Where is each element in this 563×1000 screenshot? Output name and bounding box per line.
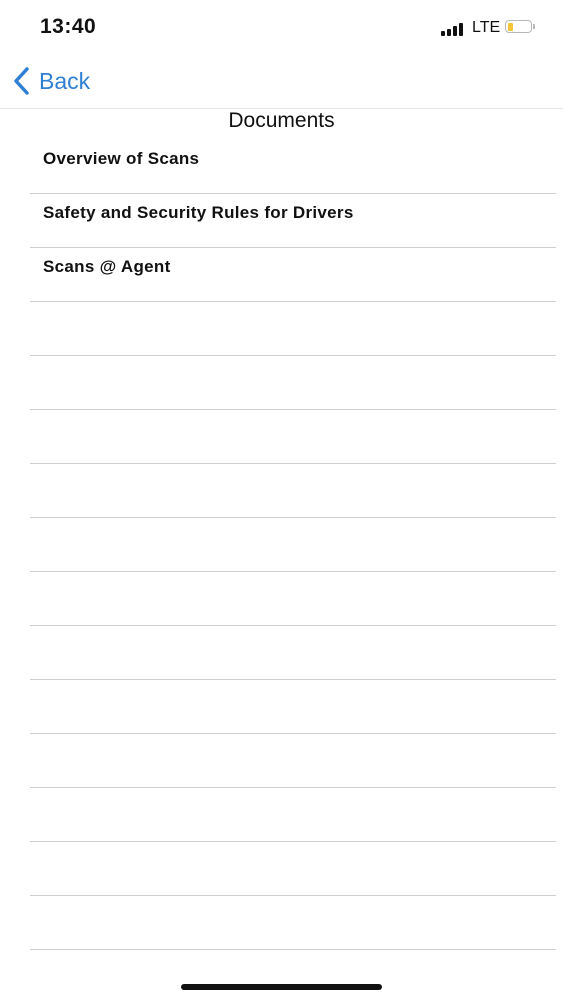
document-list-item: [30, 572, 556, 626]
status-time: 13:40: [40, 15, 97, 38]
document-list-item: [30, 896, 556, 950]
home-indicator[interactable]: [181, 984, 382, 990]
document-list-item: [30, 518, 556, 572]
document-list-item: [30, 788, 556, 842]
document-list-item[interactable]: Scans @ Agent: [30, 248, 556, 302]
network-type: LTE: [472, 19, 501, 36]
document-list-item: [30, 302, 556, 356]
battery-low-icon: [505, 20, 535, 35]
document-title: Scans @ Agent: [43, 257, 171, 276]
document-list-item: [30, 842, 556, 896]
status-bar: 13:40 LTE: [0, 0, 563, 56]
cellular-signal-icon: [441, 22, 465, 36]
document-title: Safety and Security Rules for Drivers: [43, 203, 354, 222]
document-list-item: [30, 734, 556, 788]
document-list-item[interactable]: Overview of Scans: [30, 140, 556, 194]
chevron-left-icon: [14, 67, 29, 95]
document-list-item: [30, 626, 556, 680]
document-list-item[interactable]: Safety and Security Rules for Drivers: [30, 194, 556, 248]
page-title: Documents: [228, 109, 335, 132]
document-list-item: [30, 680, 556, 734]
document-list-item: [30, 356, 556, 410]
document-list-item: [30, 464, 556, 518]
documents-list: Overview of Scans Safety and Security Rul…: [30, 140, 556, 950]
back-label: Back: [39, 67, 91, 94]
document-list-item: [30, 410, 556, 464]
back-button[interactable]: Back: [12, 64, 90, 98]
screen: 13:40 LTE Back Documents Overview of Sca…: [0, 0, 563, 1000]
document-title: Overview of Scans: [43, 149, 200, 168]
navigation-bar: Back: [0, 56, 563, 109]
